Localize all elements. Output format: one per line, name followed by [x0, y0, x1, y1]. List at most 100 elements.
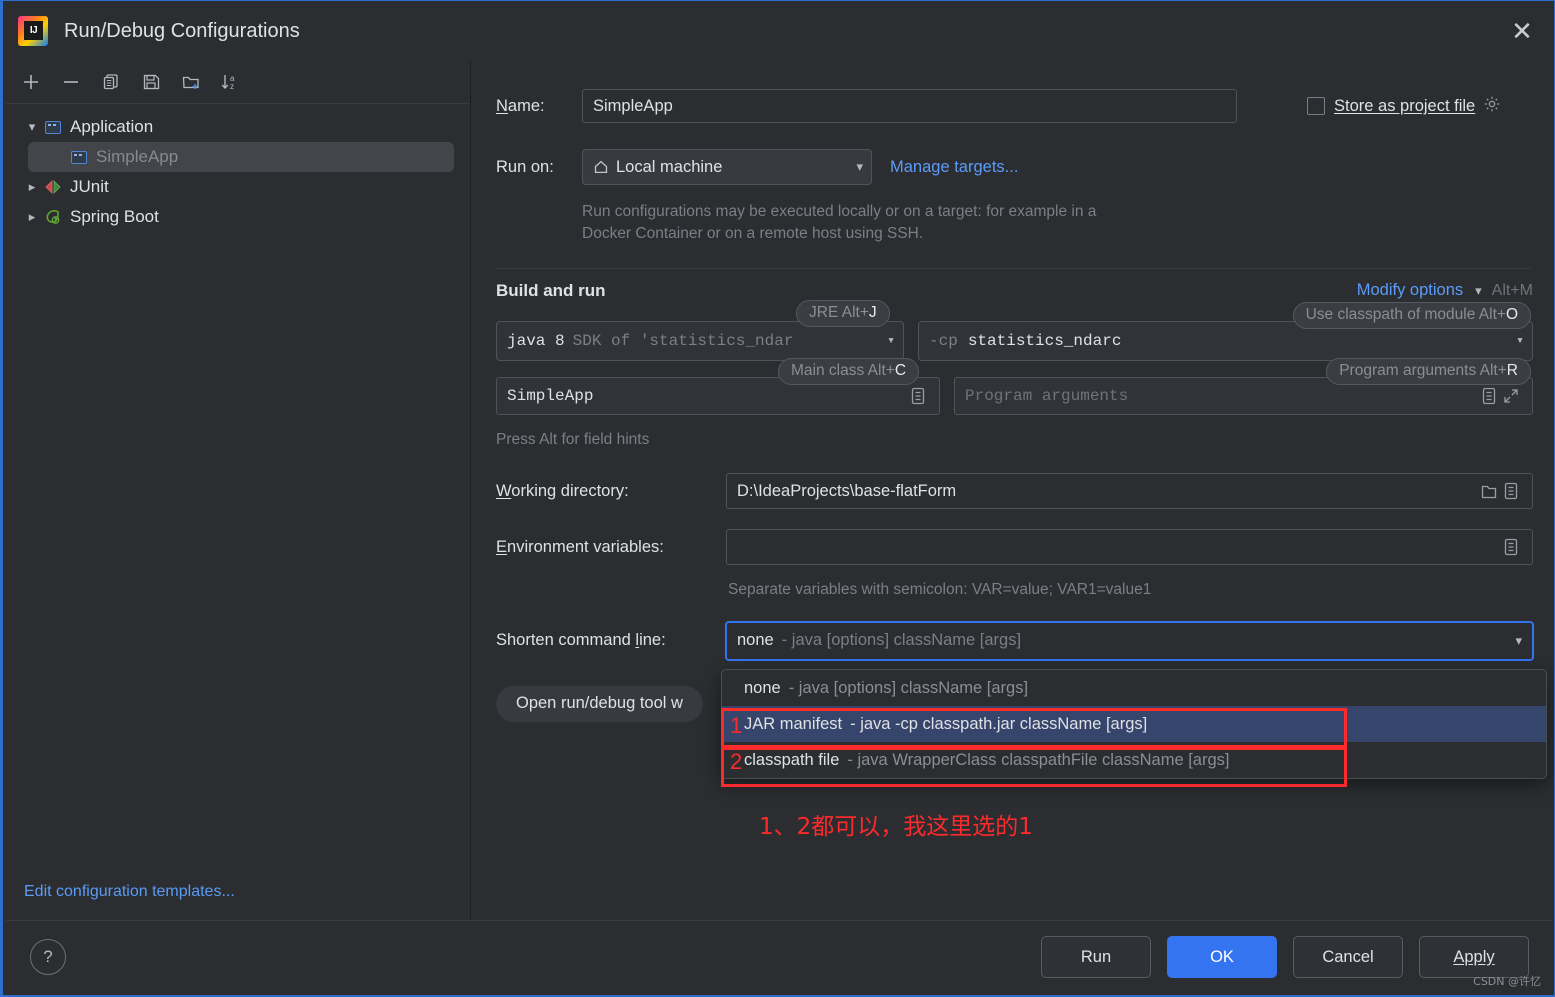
shorten-command-line-dropdown[interactable]: none - java [options] className [args] J… [721, 669, 1547, 779]
working-directory-value: D:\IdeaProjects\base-flatForm [737, 481, 957, 500]
chevron-down-icon[interactable]: ▾ [1467, 283, 1482, 299]
intellij-idea-logo-icon [18, 16, 48, 46]
main-class-hint-text: Main class Alt+ [791, 361, 895, 379]
tree-item-application[interactable]: ▾ Application [6, 112, 470, 142]
dialog-footer: ? Run OK Cancel Apply CSDN @许忆 [6, 920, 1553, 993]
run-on-description: Run configurations may be executed local… [582, 203, 1097, 243]
run-on-row: Run on: Local machine ▾ Manage targets..… [496, 149, 1533, 185]
annotation-marker-1: 1 [730, 713, 743, 738]
chevron-down-icon[interactable]: ▾ [1508, 333, 1524, 348]
chevron-down-icon[interactable]: ▾ [22, 119, 42, 135]
expand-diagonal-icon[interactable] [1500, 384, 1522, 408]
jre-hint-key: J [868, 303, 877, 321]
run-on-combobox[interactable]: Local machine ▾ [582, 149, 872, 185]
gear-icon[interactable] [1483, 95, 1501, 118]
dropdown-item-detail: - java WrapperClass classpathFile classN… [847, 750, 1230, 769]
classpath-hint-key: O [1505, 305, 1518, 323]
tree-item-spring-boot[interactable]: ▸ Spring Boot [6, 202, 470, 232]
shorten-command-line-value-detail: - java [options] className [args] [781, 631, 1022, 650]
shorten-command-line-combobox[interactable]: none - java [options] className [args] ▾ [726, 621, 1533, 660]
shorten-command-line-value: none [737, 631, 774, 650]
dropdown-item-label: JAR manifest [744, 714, 843, 733]
watermark: CSDN @许忆 [1473, 975, 1541, 988]
chevron-down-icon[interactable]: ▾ [879, 333, 895, 348]
build-and-run-title: Build and run [496, 280, 606, 300]
dropdown-item-detail: - java -cp classpath.jar className [args… [850, 714, 1148, 733]
dropdown-item-none[interactable]: none - java [options] className [args] [722, 670, 1546, 706]
annotation-note: 1、2都可以，我这里选的1 [759, 814, 1033, 840]
svg-text:z: z [230, 82, 234, 91]
apply-button[interactable]: Apply [1419, 936, 1529, 978]
build-and-run-header: Build and run Modify options ▾ Alt+M [496, 281, 1533, 301]
remove-configuration-button[interactable] [54, 66, 88, 98]
open-run-debug-tool-window-option[interactable]: Open run/debug tool w [496, 685, 703, 722]
chevron-right-icon[interactable]: ▸ [22, 179, 42, 195]
run-on-value: Local machine [616, 157, 723, 176]
dropdown-item-jar-manifest[interactable]: JAR manifest - java -cp classpath.jar cl… [722, 706, 1546, 742]
run-button[interactable]: Run [1041, 936, 1151, 978]
shorten-command-line-row: Shorten command line: none - java [optio… [496, 621, 1533, 660]
environment-variables-expand-field-icon[interactable] [1500, 535, 1522, 559]
name-input[interactable]: SimpleApp [582, 89, 1237, 123]
cancel-button[interactable]: Cancel [1293, 936, 1403, 978]
save-configuration-icon[interactable] [134, 66, 168, 98]
working-directory-expand-field-icon[interactable] [1500, 479, 1522, 503]
working-directory-input[interactable]: D:\IdeaProjects\base-flatForm [726, 473, 1533, 510]
classpath-field-hint: Use classpath of module Alt+O [1292, 301, 1531, 329]
folder-icon[interactable] [1478, 479, 1500, 503]
jre-field-hint: JRE Alt+J [796, 299, 890, 327]
tree-item-simpleapp[interactable]: SimpleApp [28, 142, 454, 172]
main-class-value: SimpleApp [507, 386, 594, 405]
dropdown-item-detail: - java [options] className [args] [788, 678, 1029, 697]
name-label: Name: [496, 96, 545, 115]
apply-button-label: Apply [1453, 947, 1495, 966]
dropdown-item-label: classpath file [744, 750, 840, 769]
jre-value-detail: SDK of 'statistics_ndar [572, 331, 794, 350]
classpath-prefix: -cp [929, 331, 958, 350]
main-class-expand-field-icon[interactable] [907, 384, 929, 408]
shorten-command-line-label: Shorten command line: [496, 631, 666, 650]
jre-combobox[interactable]: java 8 SDK of 'statistics_ndar ▾ [496, 320, 904, 361]
main-class-field-hint: Main class Alt+C [778, 357, 920, 385]
new-folder-icon[interactable] [174, 66, 208, 98]
chevron-down-icon[interactable]: ▾ [1507, 633, 1522, 649]
sort-az-icon[interactable]: a z [214, 66, 248, 98]
name-row: Name: SimpleApp Store as project file [496, 89, 1533, 123]
tree-item-label: SimpleApp [96, 147, 179, 166]
application-icon [68, 150, 90, 164]
store-as-project-file-checkbox[interactable] [1307, 97, 1325, 115]
chevron-right-icon[interactable]: ▸ [22, 209, 42, 225]
edit-configuration-templates-link[interactable]: Edit configuration templates... [24, 883, 235, 901]
configurations-tree: ▾ Application SimpleApp ▸ JUnit ▸ Spring… [6, 104, 470, 232]
tree-item-label: Spring Boot [70, 207, 159, 226]
title-bar: Run/Debug Configurations ✕ [3, 1, 1554, 61]
program-args-hint-key: R [1506, 361, 1518, 379]
question-mark-icon[interactable]: ? [30, 939, 66, 975]
application-icon [42, 120, 64, 134]
jre-hint-text: JRE Alt+ [809, 303, 869, 321]
environment-variables-label: Environment variables: [496, 537, 664, 556]
configurations-sidebar: a z ▾ Application SimpleApp ▸ JUnit ▸ Sp… [6, 61, 471, 923]
dropdown-item-label: none [744, 678, 781, 697]
copy-configuration-icon[interactable] [94, 66, 128, 98]
program-args-expand-field-icon[interactable] [1478, 384, 1500, 408]
modify-options-shortcut: Alt+M [1491, 282, 1533, 300]
environment-variables-input[interactable] [726, 529, 1533, 566]
add-configuration-button[interactable] [14, 66, 48, 98]
dropdown-item-classpath-file[interactable]: classpath file - java WrapperClass class… [722, 742, 1546, 778]
store-as-project-file-row: Store as project file [1307, 95, 1501, 118]
working-directory-label: Working directory: [496, 481, 629, 500]
tree-item-label: JUnit [70, 177, 109, 196]
run-debug-configurations-dialog: Run/Debug Configurations ✕ [0, 0, 1555, 997]
press-alt-hint: Press Alt for field hints [496, 430, 650, 448]
junit-icon [42, 180, 64, 194]
modify-options-link[interactable]: Modify options [1357, 281, 1463, 300]
environment-variables-row: Environment variables: [496, 529, 1533, 566]
manage-targets-link[interactable]: Manage targets... [890, 158, 1018, 177]
tree-item-junit[interactable]: ▸ JUnit [6, 172, 470, 202]
sidebar-toolbar: a z [6, 61, 470, 104]
ok-button[interactable]: OK [1167, 936, 1277, 978]
chevron-down-icon[interactable]: ▾ [848, 159, 863, 175]
close-icon[interactable]: ✕ [1506, 15, 1538, 47]
footer-buttons: Run OK Cancel Apply [1041, 936, 1529, 978]
